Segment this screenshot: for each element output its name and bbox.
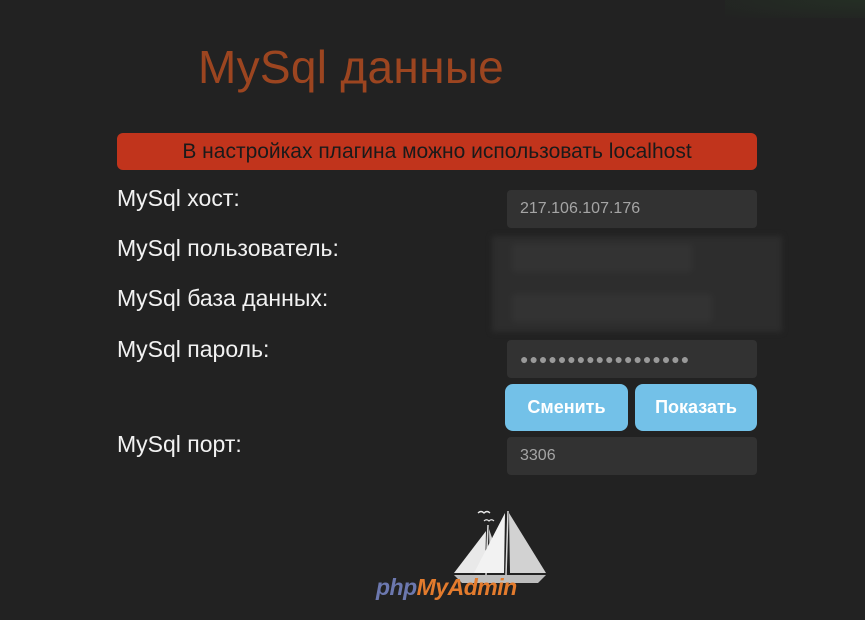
- user-label: MySql пользователь:: [117, 235, 339, 261]
- user-field-redacted[interactable]: [512, 244, 692, 272]
- password-field[interactable]: ●●●●●●●●●●●●●●●●●●: [507, 340, 757, 378]
- port-label: MySql порт:: [117, 431, 242, 457]
- redacted-fields: [492, 236, 782, 332]
- database-field-redacted[interactable]: [512, 294, 712, 322]
- show-password-button[interactable]: Показать: [635, 384, 757, 431]
- database-label: MySql база данных:: [117, 285, 329, 311]
- phpmyadmin-logo-text: phpMyAdmin: [376, 574, 517, 601]
- mysql-settings-page: MySql данные В настройках плагина можно …: [0, 0, 865, 620]
- page-title: MySql данные: [198, 41, 505, 93]
- password-label: MySql пароль:: [117, 336, 270, 362]
- port-field[interactable]: 3306: [507, 437, 757, 475]
- host-label: MySql хост:: [117, 185, 240, 211]
- corner-glow: [725, 0, 865, 18]
- host-field[interactable]: 217.106.107.176: [507, 190, 757, 228]
- logo-myadmin: MyAdmin: [416, 574, 518, 600]
- logo-php: php: [376, 574, 417, 600]
- localhost-alert: В настройках плагина можно использовать …: [117, 133, 757, 170]
- change-button[interactable]: Сменить: [505, 384, 628, 431]
